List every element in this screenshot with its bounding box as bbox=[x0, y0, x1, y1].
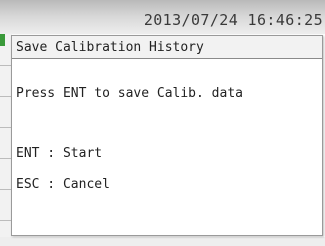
save-calibration-dialog: Save Calibration History Press ENT to sa… bbox=[11, 35, 323, 236]
selection-accent bbox=[0, 34, 5, 46]
datetime-display: 2013/07/24 16:46:25 bbox=[143, 11, 323, 29]
ent-start-option[interactable]: ENT : Start bbox=[16, 146, 102, 161]
dialog-body: Press ENT to save Calib. data ENT : Star… bbox=[12, 59, 322, 235]
dialog-title-bar: Save Calibration History bbox=[12, 36, 322, 59]
status-bar: 2013/07/24 16:46:25 bbox=[0, 0, 325, 34]
esc-cancel-option[interactable]: ESC : Cancel bbox=[16, 177, 110, 192]
dialog-message: Press ENT to save Calib. data bbox=[16, 86, 243, 101]
dialog-title: Save Calibration History bbox=[16, 40, 204, 55]
bottom-strip bbox=[0, 237, 325, 246]
device-screen: 2013/07/24 16:46:25 Save Calibration His… bbox=[0, 0, 325, 246]
